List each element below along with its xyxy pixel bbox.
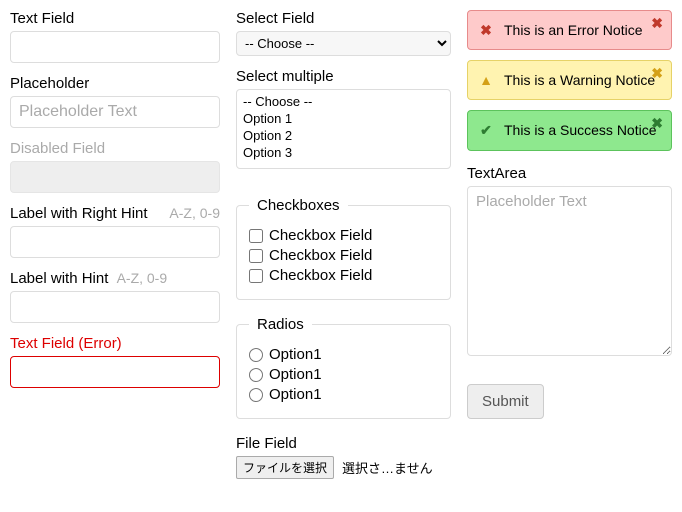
right-hint-label: Label with Right Hint — [10, 205, 148, 222]
select-multiple-input[interactable]: -- Choose -- Option 1 Option 2 Option 3 — [236, 89, 451, 169]
radio-row[interactable]: Option1 — [249, 346, 438, 363]
warning-notice-text: This is a Warning Notice — [504, 71, 661, 89]
select-option[interactable]: Option 2 — [241, 127, 446, 144]
file-field-group: File Field ファイルを選択 選択さ…ません — [236, 435, 451, 479]
radio-row[interactable]: Option1 — [249, 366, 438, 383]
right-hint-field-group: Label with Right Hint A-Z, 0-9 — [10, 205, 220, 258]
success-notice: ✔ This is a Success Notice ✖ — [467, 110, 672, 150]
text-field-input[interactable] — [10, 31, 220, 63]
checkbox-label: Checkbox Field — [269, 267, 372, 284]
checkbox-input[interactable] — [249, 269, 263, 283]
success-notice-text: This is a Success Notice — [504, 121, 661, 139]
placeholder-field-group: Placeholder — [10, 75, 220, 128]
right-hint-input[interactable] — [10, 226, 220, 258]
radio-label: Option1 — [269, 386, 322, 403]
disabled-field-input — [10, 161, 220, 193]
checkbox-row[interactable]: Checkbox Field — [249, 227, 438, 244]
textarea-label: TextArea — [467, 165, 526, 182]
placeholder-field-label: Placeholder — [10, 75, 89, 92]
error-notice: ✖ This is an Error Notice ✖ — [467, 10, 672, 50]
checkbox-input[interactable] — [249, 249, 263, 263]
right-hint-text: A-Z, 0-9 — [169, 205, 220, 221]
select-option[interactable]: Option 3 — [241, 144, 446, 161]
middle-column: Select Field -- Choose -- Select multipl… — [236, 10, 451, 491]
select-option[interactable]: -- Choose -- — [241, 93, 446, 110]
radio-legend: Radios — [249, 316, 312, 333]
close-icon[interactable]: ✖ — [651, 65, 663, 82]
inline-hint-text: A-Z, 0-9 — [117, 270, 168, 286]
close-icon[interactable]: ✖ — [651, 15, 663, 32]
radio-input[interactable] — [249, 368, 263, 382]
submit-button[interactable]: Submit — [467, 384, 544, 419]
left-column: Text Field Placeholder Disabled Field La… — [10, 10, 220, 491]
file-field-label: File Field — [236, 435, 297, 452]
select-option[interactable]: Option 1 — [241, 110, 446, 127]
radio-label: Option1 — [269, 366, 322, 383]
text-field-label: Text Field — [10, 10, 74, 27]
textarea-group: TextArea — [467, 165, 672, 360]
warning-icon: ▲ — [478, 72, 494, 88]
error-field-input[interactable] — [10, 356, 220, 388]
inline-hint-label: Label with Hint — [10, 270, 108, 287]
radio-fieldset: Radios Option1 Option1 Option1 — [236, 316, 451, 419]
disabled-field-group: Disabled Field — [10, 140, 220, 193]
error-field-label: Text Field (Error) — [10, 335, 122, 352]
disabled-field-label: Disabled Field — [10, 140, 105, 157]
warning-notice: ▲ This is a Warning Notice ✖ — [467, 60, 672, 100]
radio-row[interactable]: Option1 — [249, 386, 438, 403]
inline-hint-input[interactable] — [10, 291, 220, 323]
error-notice-text: This is an Error Notice — [504, 21, 661, 39]
checkbox-label: Checkbox Field — [269, 247, 372, 264]
select-field-input[interactable]: -- Choose -- — [236, 31, 451, 56]
file-choose-button[interactable]: ファイルを選択 — [236, 456, 334, 479]
checkbox-fieldset: Checkboxes Checkbox Field Checkbox Field… — [236, 197, 451, 300]
select-multiple-group: Select multiple -- Choose -- Option 1 Op… — [236, 68, 451, 169]
right-column: ✖ This is an Error Notice ✖ ▲ This is a … — [467, 10, 672, 491]
error-field-group: Text Field (Error) — [10, 335, 220, 388]
radio-input[interactable] — [249, 348, 263, 362]
checkbox-label: Checkbox Field — [269, 227, 372, 244]
textarea-input[interactable] — [467, 186, 672, 356]
checkbox-legend: Checkboxes — [249, 197, 348, 214]
checkbox-input[interactable] — [249, 229, 263, 243]
select-multiple-label: Select multiple — [236, 68, 334, 85]
radio-label: Option1 — [269, 346, 322, 363]
file-status-text: 選択さ…ません — [342, 458, 433, 477]
select-field-label: Select Field — [236, 10, 314, 27]
checkbox-row[interactable]: Checkbox Field — [249, 247, 438, 264]
placeholder-field-input[interactable] — [10, 96, 220, 128]
close-icon[interactable]: ✖ — [651, 115, 663, 132]
select-field-group: Select Field -- Choose -- — [236, 10, 451, 56]
inline-hint-field-group: Label with Hint A-Z, 0-9 — [10, 270, 220, 323]
radio-input[interactable] — [249, 388, 263, 402]
error-icon: ✖ — [478, 22, 494, 39]
success-icon: ✔ — [478, 122, 494, 139]
text-field-group: Text Field — [10, 10, 220, 63]
checkbox-row[interactable]: Checkbox Field — [249, 267, 438, 284]
